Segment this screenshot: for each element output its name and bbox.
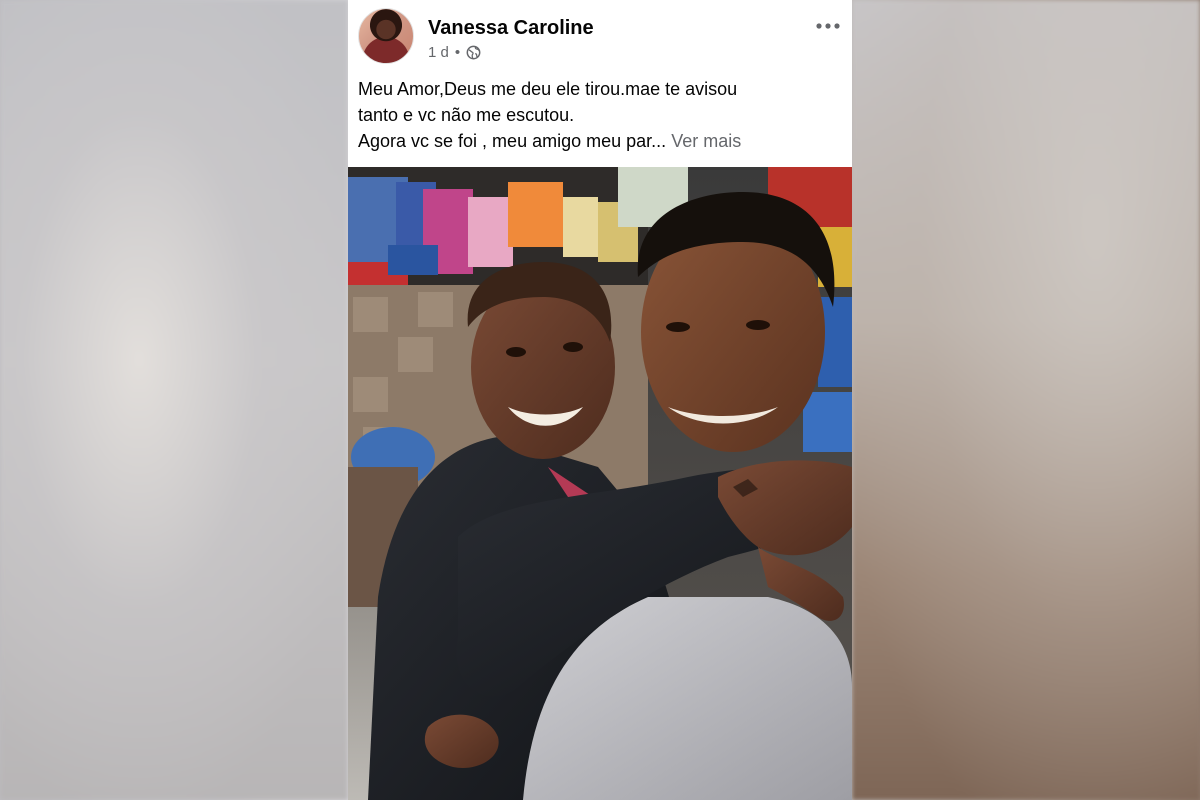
- see-more-link[interactable]: Ver mais: [671, 131, 741, 151]
- post-text-line-2: tanto e vc não me escutou.: [358, 105, 575, 125]
- post-header: Vanessa Caroline 1 d •: [348, 0, 852, 72]
- facebook-post-card: Vanessa Caroline 1 d • Meu Amor,Deus me …: [348, 0, 852, 800]
- post-text-line-3: Agora vc se foi , meu amigo meu par... V…: [358, 128, 840, 154]
- author-name[interactable]: Vanessa Caroline: [428, 17, 594, 40]
- more-options-icon[interactable]: [814, 14, 842, 38]
- post-meta: 1 d •: [428, 44, 481, 61]
- post-text-line-1: Meu Amor,Deus me deu ele tirou.mae te av…: [358, 79, 738, 99]
- post-photo[interactable]: [348, 167, 852, 800]
- meta-separator: •: [454, 44, 461, 61]
- globe-icon[interactable]: [466, 45, 481, 60]
- post-time[interactable]: 1 d: [428, 44, 449, 61]
- screenshot-stage: Vanessa Caroline 1 d • Meu Amor,Deus me …: [0, 0, 1200, 800]
- author-avatar[interactable]: [358, 8, 414, 64]
- post-text: Meu Amor,Deus me deu ele tirou.mae te av…: [348, 72, 852, 164]
- photo-illustration: [348, 167, 852, 800]
- blurred-background-right: [852, 0, 1200, 800]
- blurred-background-left: [0, 0, 348, 800]
- text-ellipsis: ...: [651, 131, 667, 151]
- post-text-line-3-content: Agora vc se foi , meu amigo meu par: [358, 131, 652, 151]
